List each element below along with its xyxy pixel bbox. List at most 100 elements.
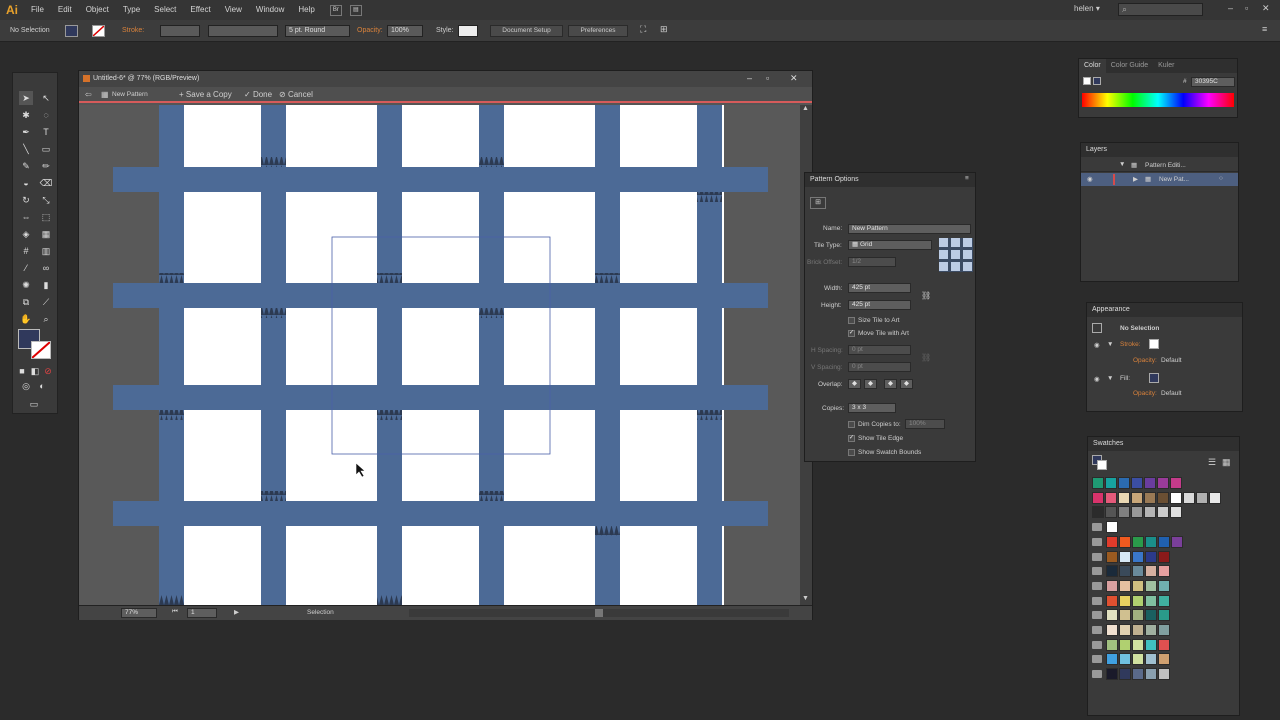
swatch[interactable] xyxy=(1209,491,1221,504)
h-spacing-input[interactable]: 0 pt xyxy=(848,345,911,355)
screen-mode-icon[interactable]: ▭ xyxy=(27,397,41,411)
brick-offset-select[interactable]: 1/2 xyxy=(848,257,896,267)
swatch[interactable] xyxy=(1183,491,1195,504)
show-tile-edge-checkbox[interactable]: ✓ xyxy=(848,435,855,442)
done-button[interactable]: ✓ Done xyxy=(244,90,272,99)
horizontal-scrollbar[interactable] xyxy=(409,609,789,617)
arrange-documents-button[interactable]: ▤ xyxy=(349,4,362,16)
draw-mode-icon[interactable]: ◎ xyxy=(19,379,33,393)
swatch[interactable] xyxy=(1106,638,1118,651)
size-tile-checkbox[interactable] xyxy=(848,317,855,324)
swatch[interactable] xyxy=(1118,491,1130,504)
artboard-canvas[interactable] xyxy=(79,105,800,605)
blend-tool-icon[interactable]: ∞ xyxy=(39,261,53,275)
swatch[interactable] xyxy=(1131,491,1143,504)
swatch[interactable] xyxy=(1106,594,1118,607)
color-spectrum[interactable] xyxy=(1082,93,1234,107)
appearance-fill-swatch[interactable] xyxy=(1149,373,1159,383)
swatch[interactable] xyxy=(1106,521,1118,534)
zoom-tool-icon[interactable]: ⌕ xyxy=(39,312,53,326)
swatch[interactable] xyxy=(1158,550,1170,563)
swatch[interactable] xyxy=(1132,638,1144,651)
swatch-group-folder-icon[interactable] xyxy=(1092,581,1102,590)
close-app-icon[interactable]: ✕ xyxy=(1262,3,1270,14)
appearance-stroke-label[interactable]: Stroke: xyxy=(1120,341,1141,348)
swatch[interactable] xyxy=(1157,491,1169,504)
swatch[interactable] xyxy=(1145,535,1157,548)
artboard-number-field[interactable]: 1 xyxy=(187,608,217,618)
opacity-label[interactable]: Opacity: xyxy=(357,27,383,34)
move-tile-checkbox[interactable]: ✓ xyxy=(848,330,855,337)
swatch[interactable] xyxy=(1145,579,1157,592)
tab-color-guide[interactable]: Color Guide xyxy=(1106,59,1153,73)
shape-builder-tool-icon[interactable]: ◈ xyxy=(19,227,33,241)
swatch[interactable] xyxy=(1106,668,1118,681)
swatch[interactable] xyxy=(1132,609,1144,622)
zoom-select[interactable]: 77% xyxy=(121,608,157,618)
swatch[interactable] xyxy=(1145,624,1157,636)
bridge-button[interactable]: Br xyxy=(329,4,342,16)
swatches-stroke-chip[interactable] xyxy=(1097,460,1107,470)
panel-menu-icon[interactable]: ≡ xyxy=(965,175,969,182)
blob-brush-tool-icon[interactable]: ◒ xyxy=(19,176,33,190)
menu-type[interactable]: Type xyxy=(116,0,147,20)
swatch[interactable] xyxy=(1132,653,1144,666)
swatch[interactable] xyxy=(1171,535,1183,548)
preferences-button[interactable]: Preferences xyxy=(568,25,628,37)
rectangle-tool-icon[interactable]: ▭ xyxy=(39,142,53,156)
swatch[interactable] xyxy=(1092,506,1104,519)
user-menu[interactable]: helen ▾ xyxy=(1074,4,1100,13)
stroke-label[interactable]: Stroke: xyxy=(122,27,144,34)
draw-behind-icon[interactable]: ◐ xyxy=(35,379,49,393)
swatch[interactable] xyxy=(1092,477,1104,489)
menu-view[interactable]: View xyxy=(218,0,249,20)
hand-tool-icon[interactable]: ✋ xyxy=(19,312,33,326)
swatch[interactable] xyxy=(1132,579,1144,592)
swatch[interactable] xyxy=(1118,506,1130,519)
swatch-group-folder-icon[interactable] xyxy=(1092,523,1102,532)
minimize-app-icon[interactable]: – xyxy=(1228,3,1233,13)
swatch[interactable] xyxy=(1158,594,1170,607)
swatch[interactable] xyxy=(1170,477,1182,489)
swatch[interactable] xyxy=(1158,535,1170,548)
line-tool-icon[interactable]: ╲ xyxy=(19,142,33,156)
swatch[interactable] xyxy=(1132,535,1144,548)
eraser-tool-icon[interactable]: ⌫ xyxy=(39,176,53,190)
link-spacing-icon[interactable]: ⛓ xyxy=(921,353,931,362)
fill-swatch[interactable] xyxy=(65,25,78,37)
swatch[interactable] xyxy=(1144,491,1156,504)
swatch[interactable] xyxy=(1196,491,1208,504)
scroll-thumb[interactable] xyxy=(595,609,603,617)
tab-color[interactable]: Color xyxy=(1079,59,1106,73)
dim-copies-select[interactable]: 100% xyxy=(905,419,945,429)
swatch[interactable] xyxy=(1132,565,1144,578)
pen-tool-icon[interactable]: ✒ xyxy=(19,125,33,139)
menu-help[interactable]: Help xyxy=(291,0,321,20)
brush-definition-select[interactable]: 5 pt. Round xyxy=(285,25,350,37)
save-copy-button[interactable]: + Save a Copy xyxy=(179,90,232,99)
direct-selection-tool-icon[interactable]: ↖ xyxy=(39,91,53,105)
target-circle-icon[interactable]: ○ xyxy=(1219,175,1223,182)
swatch[interactable] xyxy=(1132,624,1144,636)
swatch[interactable] xyxy=(1118,477,1130,489)
tile-width-input[interactable]: 425 pt xyxy=(848,283,911,293)
dim-copies-checkbox[interactable] xyxy=(848,421,855,428)
tile-type-select[interactable]: ▦ Grid xyxy=(848,240,932,250)
slice-tool-icon[interactable]: ⟋ xyxy=(39,295,53,309)
appearance-fill-label[interactable]: Fill: xyxy=(1120,375,1130,382)
rotate-tool-icon[interactable]: ↻ xyxy=(19,193,33,207)
swatch[interactable] xyxy=(1105,491,1117,504)
search-input[interactable] xyxy=(1118,3,1203,16)
swatch-group-folder-icon[interactable] xyxy=(1092,596,1102,605)
expand-arrow-icon[interactable]: ▶ xyxy=(1133,175,1138,183)
pattern-tile-tool-icon[interactable]: ⊞ xyxy=(810,197,826,209)
opacity-field[interactable]: 100% xyxy=(387,25,423,37)
swatch-group-folder-icon[interactable] xyxy=(1092,655,1102,664)
list-view-icon[interactable]: ☰ xyxy=(1208,457,1216,468)
swatch-group-folder-icon[interactable] xyxy=(1092,626,1102,634)
back-arrow-icon[interactable]: ⇦ xyxy=(85,90,92,99)
expand-arrow-icon[interactable]: ▼ xyxy=(1119,161,1125,168)
align-icon[interactable]: ⊞ xyxy=(660,24,668,35)
color-stroke-chip[interactable] xyxy=(1083,77,1091,85)
swatch[interactable] xyxy=(1145,550,1157,563)
